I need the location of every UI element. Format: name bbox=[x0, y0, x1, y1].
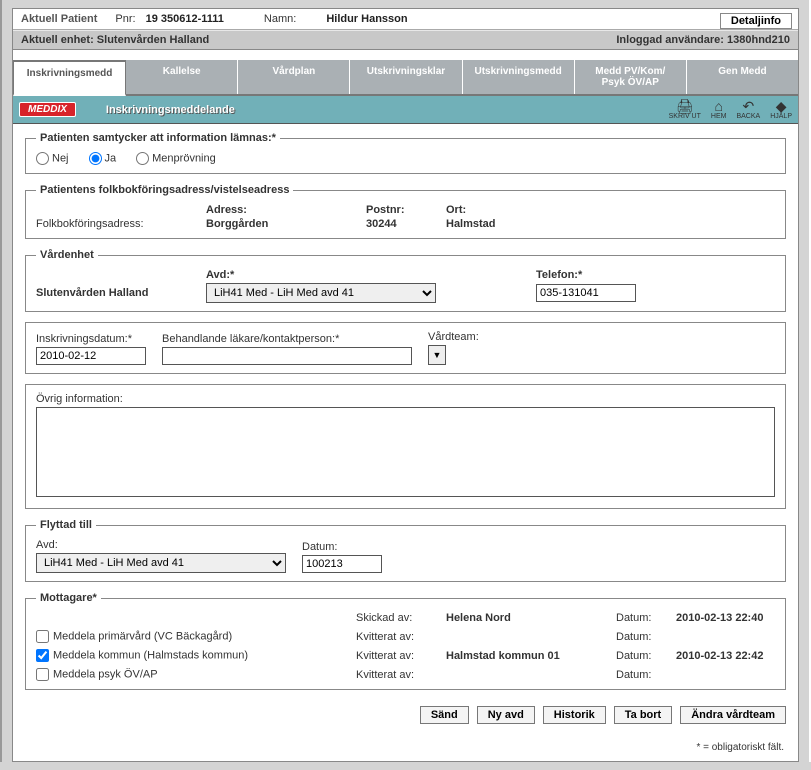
pnr-value: 19 350612-1111 bbox=[146, 13, 224, 25]
meddela-kommun[interactable]: Meddela kommun (Halmstads kommun) bbox=[36, 649, 356, 662]
flyt-datum-input[interactable] bbox=[302, 555, 382, 573]
telefon-label: Telefon:* bbox=[536, 269, 775, 281]
aktuell-enhet-label: Aktuell enhet: bbox=[21, 34, 94, 46]
consent-fieldset: Patienten samtycker att information lämn… bbox=[25, 132, 786, 174]
postnr-value: 30244 bbox=[366, 218, 446, 230]
datum-value-3: 2010-02-13 22:42 bbox=[676, 650, 775, 662]
avd-select[interactable]: LiH41 Med - LiH Med avd 41 bbox=[206, 283, 436, 303]
inskrivningsdatum-label: Inskrivningsdatum:* bbox=[36, 333, 146, 345]
datum-label-3: Datum: bbox=[616, 650, 676, 662]
mottagare-fieldset: Mottagare* Skickad av: Helena Nord Datum… bbox=[25, 592, 786, 690]
kvitterat-label-2: Kvitterat av: bbox=[356, 650, 446, 662]
tab-inskrivningsmedd[interactable]: Inskrivningsmedd bbox=[13, 60, 126, 96]
login-value: 1380hnd210 bbox=[727, 34, 790, 46]
vardenhet-name: Slutenvården Halland bbox=[36, 287, 206, 299]
tab-bar: Inskrivningsmedd Kallelse Vårdplan Utskr… bbox=[13, 60, 798, 96]
namn-label: Namn: bbox=[264, 13, 296, 25]
address-fieldset: Patientens folkbokföringsadress/vistelse… bbox=[25, 184, 786, 239]
datum-value-1: 2010-02-13 22:40 bbox=[676, 612, 775, 624]
meddela-primarvard-checkbox[interactable] bbox=[36, 630, 49, 643]
help-icon[interactable]: ◆HJÄLP bbox=[770, 99, 792, 120]
kvitterat-value-2: Halmstad kommun 01 bbox=[446, 650, 616, 662]
consent-nej-radio[interactable] bbox=[36, 152, 49, 165]
sand-button[interactable]: Sänd bbox=[420, 706, 469, 724]
flyttad-fieldset: Flyttad till Avd: LiH41 Med - LiH Med av… bbox=[25, 519, 786, 582]
footer-buttons: Sänd Ny avd Historik Ta bort Ändra vårdt… bbox=[25, 700, 786, 730]
skickad-label: Skickad av: bbox=[356, 612, 446, 624]
consent-ja-radio[interactable] bbox=[89, 152, 102, 165]
pnr-label: Pnr: bbox=[115, 13, 135, 25]
address-legend: Patientens folkbokföringsadress/vistelse… bbox=[36, 184, 293, 196]
namn-value: Hildur Hansson bbox=[326, 13, 407, 25]
obligatory-note: * = obligatoriskt fält. bbox=[13, 742, 798, 761]
unit-header: Aktuell enhet: Slutenvården Halland Inlo… bbox=[13, 30, 798, 50]
page-title: Inskrivningsmeddelande bbox=[106, 104, 669, 116]
inskrivningsdatum-input[interactable] bbox=[36, 347, 146, 365]
meddela-primarvard[interactable]: Meddela primärvård (VC Bäckagård) bbox=[36, 630, 356, 643]
ovrig-label: Övrig information: bbox=[36, 393, 775, 405]
print-icon[interactable]: 🖨SKRIV UT bbox=[669, 99, 701, 120]
aktuell-patient-label: Aktuell Patient bbox=[21, 13, 97, 25]
kvitterat-label-1: Kvitterat av: bbox=[356, 631, 446, 643]
andra-vardteam-button[interactable]: Ändra vårdteam bbox=[680, 706, 786, 724]
vardteam-dropdown[interactable]: ▼ bbox=[428, 345, 446, 365]
tab-vardplan[interactable]: Vårdplan bbox=[238, 60, 350, 94]
adress-value: Borggården bbox=[206, 218, 366, 230]
meddela-kommun-checkbox[interactable] bbox=[36, 649, 49, 662]
title-bar: MEDDIX Inskrivningsmeddelande 🖨SKRIV UT … bbox=[13, 96, 798, 124]
consent-nej[interactable]: Nej bbox=[36, 152, 69, 165]
mottagare-legend: Mottagare* bbox=[36, 592, 101, 604]
aktuell-enhet-value: Slutenvården Halland bbox=[97, 34, 209, 46]
vardenhet-legend: Vårdenhet bbox=[36, 249, 98, 261]
flyt-avd-label: Avd: bbox=[36, 539, 286, 551]
folk-label: Folkbokföringsadress: bbox=[36, 218, 206, 230]
ort-value: Halmstad bbox=[446, 218, 775, 230]
flyttad-legend: Flyttad till bbox=[36, 519, 96, 531]
tab-utskrivningsmedd[interactable]: Utskrivningsmedd bbox=[463, 60, 575, 94]
ny-avd-button[interactable]: Ny avd bbox=[477, 706, 535, 724]
back-icon[interactable]: ↶BACKA bbox=[736, 99, 760, 120]
meddela-psyk-checkbox[interactable] bbox=[36, 668, 49, 681]
adress-label: Adress: bbox=[206, 204, 366, 216]
datum-label-2: Datum: bbox=[616, 631, 676, 643]
historik-button[interactable]: Historik bbox=[543, 706, 606, 724]
behandlande-label: Behandlande läkare/kontaktperson:* bbox=[162, 333, 412, 345]
telefon-input[interactable] bbox=[536, 284, 636, 302]
vardenhet-fieldset: Vårdenhet Avd:* Telefon:* Slutenvården H… bbox=[25, 249, 786, 312]
ort-label: Ort: bbox=[446, 204, 775, 216]
skickad-value: Helena Nord bbox=[446, 612, 616, 624]
patient-header: Aktuell Patient Pnr: 19 350612-1111 Namn… bbox=[13, 9, 798, 30]
datum-label-1: Datum: bbox=[616, 612, 676, 624]
consent-legend: Patienten samtycker att information lämn… bbox=[36, 132, 280, 144]
consent-menprovning[interactable]: Menprövning bbox=[136, 152, 216, 165]
home-icon[interactable]: ⌂HEM bbox=[711, 99, 727, 120]
kvitterat-label-3: Kvitterat av: bbox=[356, 669, 446, 681]
flyt-datum-label: Datum: bbox=[302, 541, 382, 553]
login-label: Inloggad användare: bbox=[616, 34, 724, 46]
tab-utskrivningsklar[interactable]: Utskrivningsklar bbox=[350, 60, 462, 94]
ovrig-textarea[interactable] bbox=[36, 407, 775, 497]
meddix-logo: MEDDIX bbox=[19, 102, 76, 117]
detail-info-button[interactable]: Detaljinfo bbox=[720, 13, 792, 29]
postnr-label: Postnr: bbox=[366, 204, 446, 216]
vardteam-label: Vårdteam: bbox=[428, 331, 479, 343]
meddela-psyk[interactable]: Meddela psyk ÖV/AP bbox=[36, 668, 356, 681]
avd-label: Avd:* bbox=[206, 269, 466, 281]
consent-ja[interactable]: Ja bbox=[89, 152, 117, 165]
ta-bort-button[interactable]: Ta bort bbox=[614, 706, 672, 724]
consent-men-radio[interactable] bbox=[136, 152, 149, 165]
tab-medd-pv-kom[interactable]: Medd PV/Kom/ Psyk ÖV/AP bbox=[575, 60, 687, 94]
tab-gen-medd[interactable]: Gen Medd bbox=[687, 60, 798, 94]
datum-label-4: Datum: bbox=[616, 669, 676, 681]
flyt-avd-select[interactable]: LiH41 Med - LiH Med avd 41 bbox=[36, 553, 286, 573]
tab-kallelse[interactable]: Kallelse bbox=[126, 60, 238, 94]
behandlande-input[interactable] bbox=[162, 347, 412, 365]
